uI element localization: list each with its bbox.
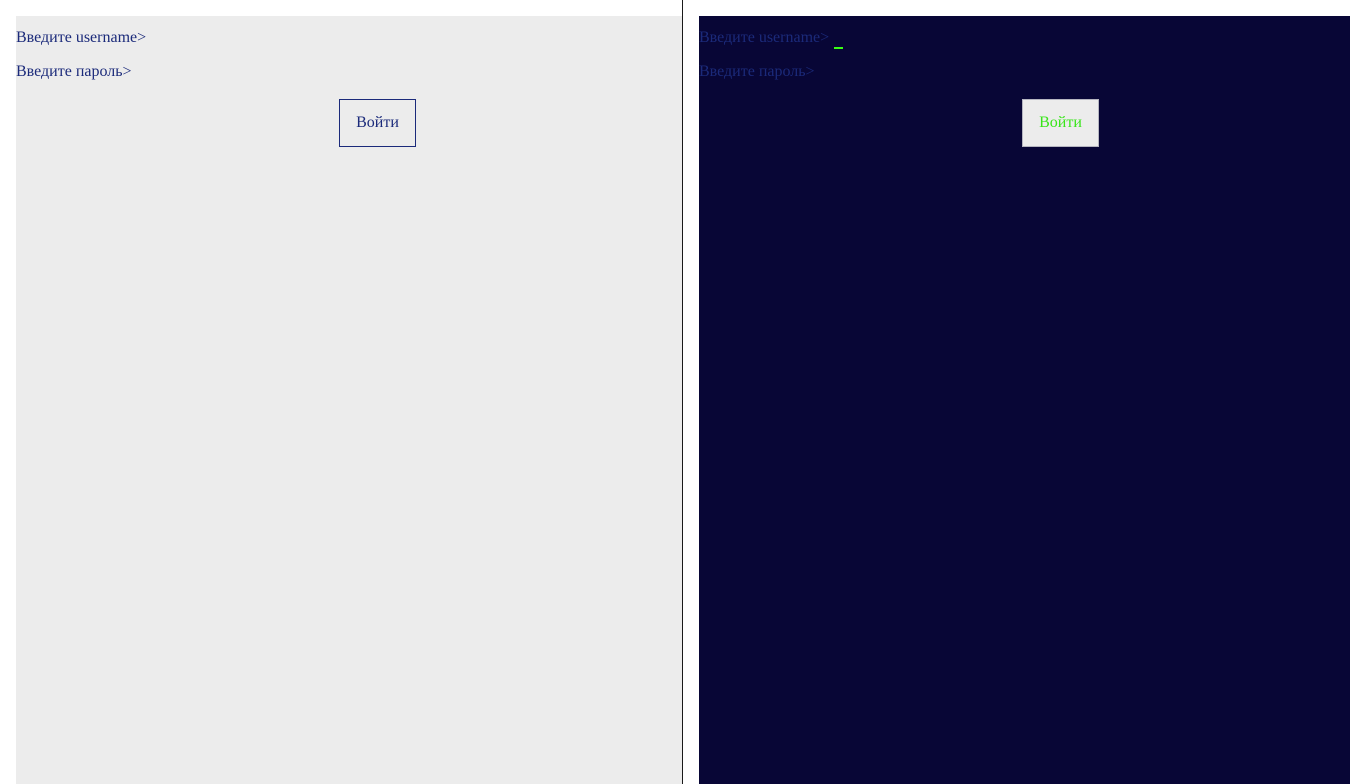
password-input[interactable]	[135, 62, 256, 82]
login-button[interactable]: Войти	[339, 99, 416, 147]
login-button[interactable]: Войти	[1022, 99, 1099, 147]
username-row: Введите username>	[16, 28, 271, 48]
login-panel-dark: Введите username> Введите пароль> Войти	[699, 16, 1350, 784]
panel-divider	[682, 0, 683, 784]
login-panel-light: Введите username> Введите пароль> Войти	[16, 16, 682, 784]
username-prompt: Введите username>	[699, 29, 830, 46]
password-row: Введите пароль>	[699, 62, 939, 82]
username-prompt: Введите username>	[16, 29, 147, 46]
password-prompt: Введите пароль>	[699, 63, 815, 80]
username-row: Введите username>	[699, 28, 954, 48]
password-row: Введите пароль>	[16, 62, 256, 82]
text-cursor	[834, 47, 843, 49]
password-input[interactable]	[818, 62, 939, 82]
username-input[interactable]	[150, 28, 271, 48]
username-input[interactable]	[833, 28, 954, 48]
password-prompt: Введите пароль>	[16, 63, 132, 80]
